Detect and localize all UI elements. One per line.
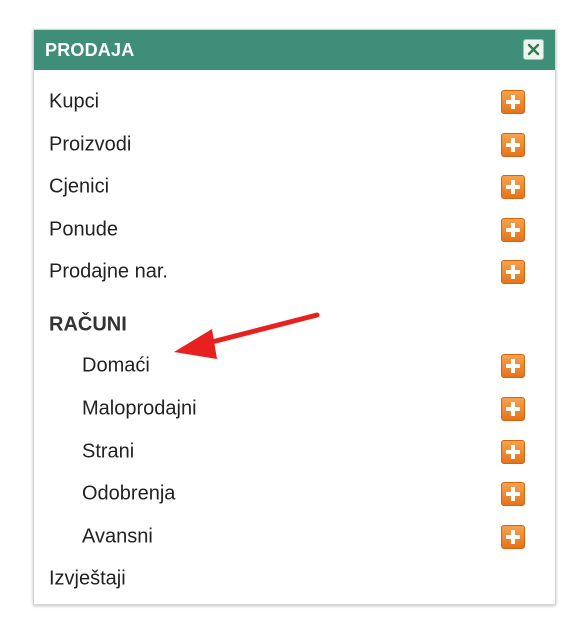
menu-item-label[interactable]: Prodajne nar. (49, 261, 168, 284)
menu-item-label[interactable]: Ponude (49, 219, 118, 242)
menu-item-label[interactable]: Maloprodajni (82, 398, 197, 421)
panel-title: PRODAJA (45, 40, 135, 60)
close-button[interactable] (523, 39, 544, 60)
menu-item-label[interactable]: Avansni (82, 526, 153, 549)
menu-item-maloprodajni: Maloprodajni (34, 389, 555, 429)
add-ponude-button[interactable] (501, 218, 525, 242)
menu-item-odobrenja: Odobrenja (34, 474, 555, 514)
menu-item-avansni: Avansni (34, 517, 555, 557)
menu-item-kupci: Kupci (34, 82, 555, 122)
menu-item-cjenici: Cjenici (34, 167, 555, 207)
add-domaci-button[interactable] (501, 354, 525, 378)
page: PRODAJA Kupci Proizvodi Cjenici Ponude P… (0, 0, 572, 624)
menu-item-label[interactable]: Strani (82, 441, 134, 464)
menu-item-label[interactable]: Cjenici (49, 176, 109, 199)
section-racuni: RAČUNI (34, 305, 555, 345)
add-avansni-button[interactable] (501, 525, 525, 549)
menu-item-strani: Strani (34, 432, 555, 472)
section-title: RAČUNI (49, 313, 127, 336)
menu-item-ponude: Ponude (34, 210, 555, 250)
menu-item-izvjestaji: Izvještaji (34, 559, 555, 599)
menu-item-proizvodi: Proizvodi (34, 125, 555, 165)
add-kupci-button[interactable] (501, 90, 525, 114)
panel-header: PRODAJA (34, 30, 555, 70)
menu-item-prodajne-nar: Prodajne nar. (34, 252, 555, 292)
menu-item-domaci: Domaći (34, 346, 555, 386)
menu-item-label[interactable]: Odobrenja (82, 483, 175, 506)
add-proizvodi-button[interactable] (501, 133, 525, 157)
add-prodajne-nar-button[interactable] (501, 260, 525, 284)
close-icon (527, 43, 540, 56)
add-cjenici-button[interactable] (501, 175, 525, 199)
add-maloprodajni-button[interactable] (501, 397, 525, 421)
prodaja-panel: PRODAJA Kupci Proizvodi Cjenici Ponude P… (33, 29, 556, 605)
add-odobrenja-button[interactable] (501, 482, 525, 506)
menu-item-label[interactable]: Kupci (49, 91, 99, 114)
menu-item-label[interactable]: Domaći (82, 355, 150, 378)
menu-item-label[interactable]: Izvještaji (49, 568, 126, 591)
menu-item-label[interactable]: Proizvodi (49, 134, 131, 157)
add-strani-button[interactable] (501, 440, 525, 464)
